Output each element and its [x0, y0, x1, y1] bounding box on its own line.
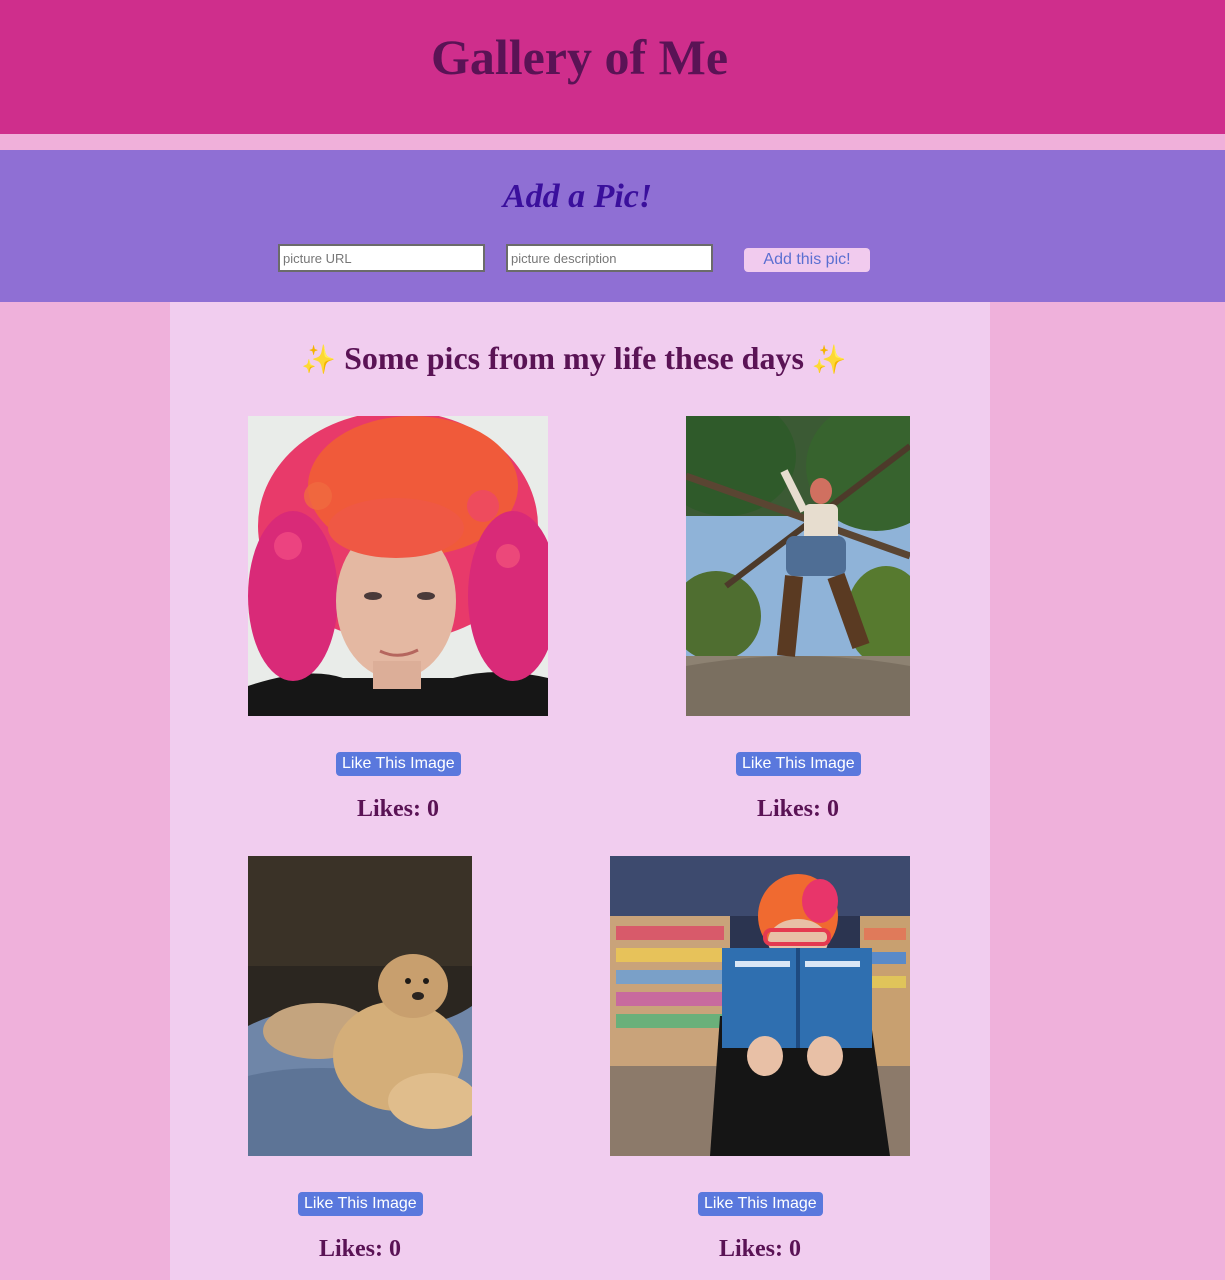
sparkles-icon: ✨	[301, 343, 337, 376]
add-pic-heading: Add a Pic!	[502, 178, 653, 215]
gallery-section: ✨ Some pics from my life these days ✨ Li…	[170, 302, 990, 1280]
add-pic-button[interactable]: Add this pic!	[744, 248, 870, 272]
gallery-photo-tree	[686, 416, 910, 716]
picture-url-input[interactable]	[278, 244, 485, 272]
page-title: Gallery of Me	[430, 29, 729, 85]
like-image-button[interactable]: Like This Image	[298, 1192, 423, 1216]
gallery-title: ✨ Some pics from my life these days ✨	[164, 340, 984, 377]
sparkles-icon: ✨	[811, 343, 847, 376]
gallery-photo-dogs	[248, 856, 472, 1156]
gallery-photo-portrait	[248, 416, 548, 716]
likes-count: Likes: 0	[757, 796, 840, 822]
likes-count: Likes: 0	[719, 1236, 802, 1262]
gallery-photo-bookstore	[610, 856, 910, 1156]
like-image-button[interactable]: Like This Image	[336, 752, 461, 776]
gallery-title-text: Some pics from my life these days	[344, 340, 804, 376]
likes-count: Likes: 0	[357, 796, 440, 822]
like-image-button[interactable]: Like This Image	[736, 752, 861, 776]
header-divider	[0, 134, 1225, 150]
page-header: Gallery of Me	[0, 0, 1225, 134]
like-image-button[interactable]: Like This Image	[698, 1192, 823, 1216]
picture-description-input[interactable]	[506, 244, 713, 272]
add-pic-form: Add a Pic! Add this pic!	[0, 150, 1225, 302]
likes-count: Likes: 0	[319, 1236, 402, 1262]
